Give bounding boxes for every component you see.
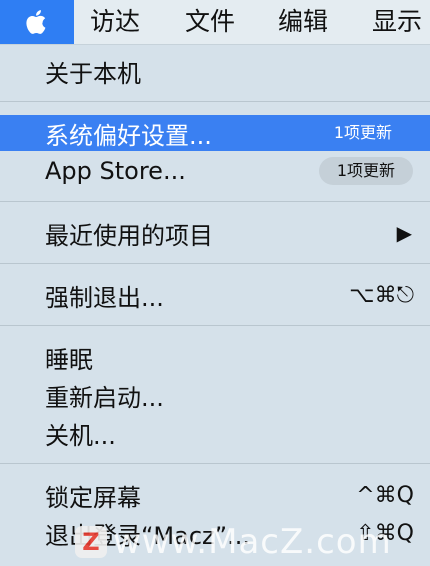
menu-item-system-preferences[interactable]: 系统偏好设置... 1项更新 [0, 115, 430, 151]
menu-item-label: 重新启动... [45, 383, 164, 412]
menu-item-label: 关机... [45, 421, 116, 450]
apple-menu-button[interactable] [0, 0, 74, 44]
menubar-view[interactable]: 显示 [372, 0, 422, 44]
menu-item-force-quit[interactable]: 强制退出... ⌥⌘⎋ [0, 277, 430, 313]
menu-item-lock-screen[interactable]: 锁定屏幕 ^⌘Q [0, 477, 430, 513]
menu-item-label: 最近使用的项目 [45, 221, 213, 250]
menubar-finder[interactable]: 访达 [90, 0, 140, 44]
menu-separator [0, 325, 430, 326]
menu-item-sleep[interactable]: 睡眠 [0, 339, 430, 375]
menu-separator [0, 263, 430, 264]
menu-item-shutdown[interactable]: 关机... [0, 415, 430, 451]
apple-dropdown-menu: 关于本机 系统偏好设置... 1项更新 App Store... 1项更新 最近… [0, 45, 430, 566]
menu-bar: 访达 文件 编辑 显示 [0, 0, 430, 45]
watermark-text: www.MacZ.com [113, 522, 392, 562]
menu-item-label: 关于本机 [45, 59, 141, 88]
menu-item-recent-items[interactable]: 最近使用的项目 ▶ [0, 215, 430, 251]
menu-separator [0, 201, 430, 202]
menu-item-label: 锁定屏幕 [45, 483, 141, 512]
update-badge: 1项更新 [318, 157, 413, 185]
menu-item-label: 睡眠 [45, 345, 93, 374]
menu-separator [0, 463, 430, 464]
menu-item-label: 系统偏好设置... [45, 121, 212, 150]
menubar-edit[interactable]: 编辑 [278, 0, 328, 44]
shortcut-label: ^⌘Q [356, 482, 414, 508]
menu-item-restart[interactable]: 重新启动... [0, 377, 430, 413]
menu-item-app-store[interactable]: App Store... 1项更新 [0, 153, 430, 189]
menu-separator [0, 101, 430, 102]
watermark-logo: Z [75, 526, 107, 558]
apple-logo-icon [24, 7, 50, 37]
menu-item-label: App Store... [45, 157, 186, 185]
shortcut-label: ⌥⌘⎋ [349, 282, 414, 308]
menubar-file[interactable]: 文件 [185, 0, 235, 44]
update-badge: 1项更新 [333, 123, 392, 142]
watermark: Z www.MacZ.com [75, 520, 392, 564]
menu-item-label: 强制退出... [45, 283, 164, 312]
menu-item-about[interactable]: 关于本机 [0, 53, 430, 89]
submenu-arrow-icon: ▶ [396, 221, 412, 245]
